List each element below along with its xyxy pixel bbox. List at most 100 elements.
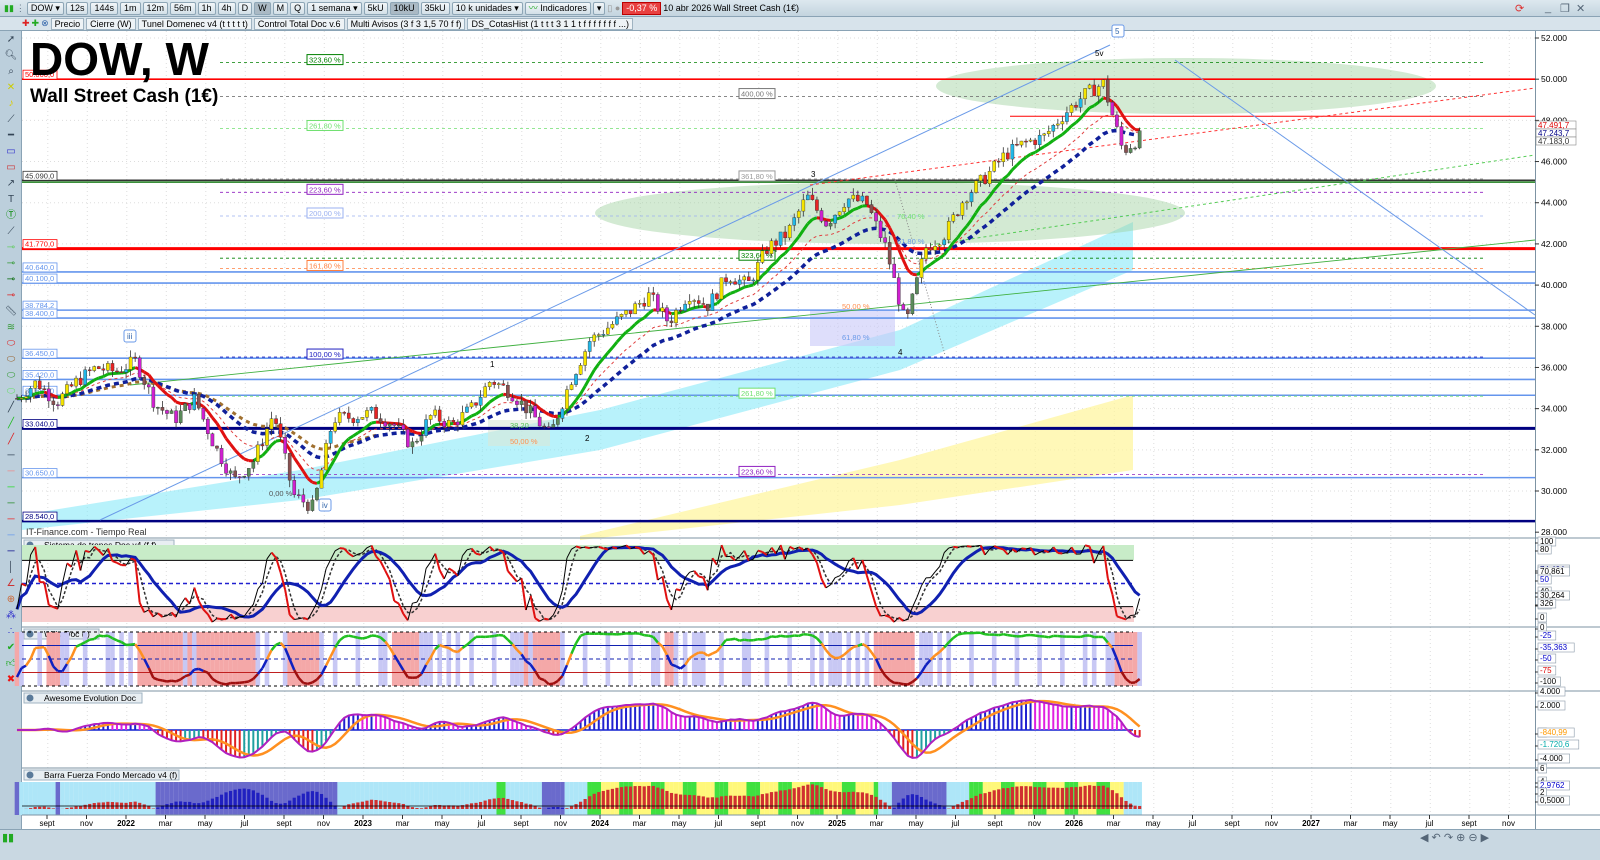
zoom-out-icon[interactable]: ⊖ bbox=[1468, 832, 1477, 844]
candle-body bbox=[865, 195, 869, 205]
stochastic-line-segment bbox=[825, 584, 831, 589]
strength-bar bbox=[315, 791, 319, 809]
strength-bar bbox=[715, 797, 719, 809]
strength-bar bbox=[1019, 786, 1024, 809]
strength-bar bbox=[497, 798, 501, 809]
strength-bar bbox=[424, 807, 428, 809]
candle-body bbox=[383, 422, 387, 427]
candle-body bbox=[165, 410, 169, 414]
candle-body bbox=[174, 410, 178, 423]
candle-body bbox=[101, 368, 106, 371]
candle-body bbox=[756, 262, 760, 281]
moving-average-segment bbox=[1034, 148, 1041, 154]
moving-average-segment bbox=[529, 400, 536, 406]
level-label: 28.540,0 bbox=[25, 512, 54, 521]
moving-average-segment bbox=[570, 399, 578, 407]
candle-body bbox=[1028, 139, 1033, 142]
strength-bar bbox=[1119, 797, 1124, 809]
willy-line-segment bbox=[980, 631, 986, 636]
willy-line-segment bbox=[734, 637, 741, 642]
stochastic-line-segment bbox=[584, 546, 590, 550]
strength-bar bbox=[401, 803, 405, 809]
strength-background-bar bbox=[182, 782, 188, 815]
candle-body bbox=[551, 424, 556, 428]
candle-body bbox=[242, 476, 247, 478]
time-axis-label: jul bbox=[239, 819, 248, 828]
time-axis-label: nov bbox=[80, 819, 93, 828]
candle-body bbox=[524, 400, 528, 414]
candle-body bbox=[896, 277, 901, 305]
strength-background-bar bbox=[578, 782, 583, 815]
strength-background-bar bbox=[105, 782, 111, 815]
candle-body bbox=[965, 201, 969, 204]
strength-bar bbox=[260, 794, 265, 809]
candle-body bbox=[28, 388, 33, 398]
strength-bar bbox=[42, 806, 46, 809]
moving-average-segment bbox=[98, 375, 104, 380]
candle-body bbox=[492, 382, 497, 385]
strength-bar bbox=[1088, 785, 1092, 809]
candle-body bbox=[56, 404, 60, 406]
strength-background-bar bbox=[491, 782, 497, 815]
strength-background-bar bbox=[60, 782, 65, 815]
candle-body bbox=[633, 303, 637, 315]
strength-background-bar bbox=[373, 782, 379, 815]
zoom-in-icon[interactable]: ⊕ bbox=[1456, 832, 1465, 844]
strength-bar bbox=[1092, 785, 1096, 809]
moving-average-segment bbox=[925, 263, 932, 269]
wave-label: 3 bbox=[811, 170, 816, 179]
candle-body bbox=[701, 303, 706, 305]
strength-background-bar bbox=[341, 782, 347, 815]
candle-body bbox=[910, 293, 915, 314]
strength-bar bbox=[928, 801, 933, 809]
willy-line-segment bbox=[162, 679, 168, 683]
strength-background-bar bbox=[55, 782, 61, 815]
moving-average-segment bbox=[934, 256, 941, 263]
moving-average-segment bbox=[39, 390, 45, 395]
strength-bar bbox=[428, 806, 433, 809]
strength-bar bbox=[592, 793, 596, 809]
moving-average-segment bbox=[592, 362, 600, 372]
scroll-right-icon[interactable]: ▶ bbox=[1481, 832, 1489, 844]
scroll-left-icon[interactable]: ◀ bbox=[1420, 832, 1428, 844]
moving-average-segment bbox=[75, 387, 81, 392]
redo-icon[interactable]: ↷ bbox=[1444, 832, 1453, 844]
strength-background-bar bbox=[396, 782, 402, 815]
candle-body bbox=[306, 501, 310, 511]
willy-line-segment bbox=[711, 650, 718, 655]
moving-average-segment bbox=[606, 346, 614, 354]
stochastic-line-segment bbox=[321, 568, 327, 589]
candle-body bbox=[1024, 140, 1028, 143]
strength-background-bar bbox=[405, 782, 411, 815]
panel-axis-label: 0 bbox=[1540, 613, 1545, 622]
candle-body bbox=[228, 470, 233, 474]
moving-average-segment bbox=[170, 396, 178, 403]
candle-body bbox=[146, 384, 151, 388]
candle-body bbox=[715, 293, 719, 300]
stochastic-line-segment bbox=[998, 547, 1004, 551]
candle-body bbox=[1096, 86, 1101, 97]
undo-icon[interactable]: ↶ bbox=[1432, 832, 1441, 844]
fib-label: 261,80 % bbox=[309, 121, 341, 130]
candle-body bbox=[333, 422, 337, 432]
chart-canvas[interactable]: 50.000,045.090,041.770,040.640,040.100,0… bbox=[0, 0, 1600, 860]
strength-background-bar bbox=[410, 782, 415, 815]
strength-background-bar bbox=[882, 782, 888, 815]
strength-bar bbox=[569, 806, 574, 809]
price-axis-label: 52.000 bbox=[1541, 33, 1567, 43]
moving-average-segment bbox=[292, 456, 301, 466]
candle-body bbox=[1092, 84, 1096, 97]
strength-bar bbox=[1133, 805, 1137, 809]
candle-body bbox=[33, 380, 37, 389]
panel-axis-label: -75 bbox=[1540, 666, 1552, 675]
moving-average-segment bbox=[857, 204, 864, 210]
candle-body bbox=[387, 423, 392, 427]
strength-bar bbox=[410, 807, 415, 809]
candle-body bbox=[360, 417, 365, 420]
willy-line-segment bbox=[103, 634, 109, 638]
strength-bar bbox=[751, 796, 755, 809]
candle-body bbox=[365, 410, 369, 418]
moving-average-segment bbox=[929, 259, 936, 266]
candle-body bbox=[137, 357, 142, 378]
bottom-scrollbar[interactable]: ◀ ↶ ↷ ⊕ ⊖ ▶ ▮▮ bbox=[0, 829, 1600, 860]
